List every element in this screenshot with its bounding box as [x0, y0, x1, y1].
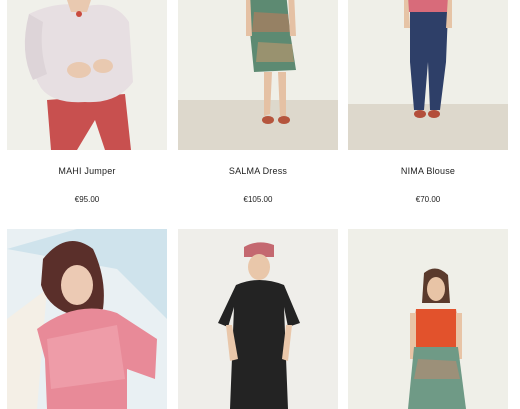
product-card-black-dress[interactable] — [178, 229, 338, 409]
product-card-mahi-jumper[interactable]: MAHI Jumper €95.00 — [7, 0, 167, 205]
product-price: €95.00 — [74, 195, 100, 204]
product-image[interactable] — [7, 229, 167, 409]
product-price: €105.00 — [243, 195, 273, 204]
product-image[interactable] — [348, 229, 508, 409]
product-name[interactable]: SALMA Dress — [178, 165, 338, 177]
product-name[interactable]: MAHI Jumper — [7, 165, 167, 177]
product-card-pink-top[interactable] — [7, 229, 167, 409]
product-image[interactable] — [178, 229, 338, 409]
product-image[interactable] — [7, 0, 167, 150]
product-grid: MAHI Jumper €95.00 SALMA Dress €105.00 N… — [0, 0, 520, 409]
product-card-orange-top[interactable] — [348, 229, 508, 409]
product-image[interactable] — [178, 0, 338, 150]
product-image[interactable] — [348, 0, 508, 150]
product-card-nima-blouse[interactable]: NIMA Blouse €70.00 — [348, 0, 508, 205]
product-card-salma-dress[interactable]: SALMA Dress €105.00 — [178, 0, 338, 205]
product-price: €70.00 — [415, 195, 441, 204]
product-name[interactable]: NIMA Blouse — [348, 165, 508, 177]
